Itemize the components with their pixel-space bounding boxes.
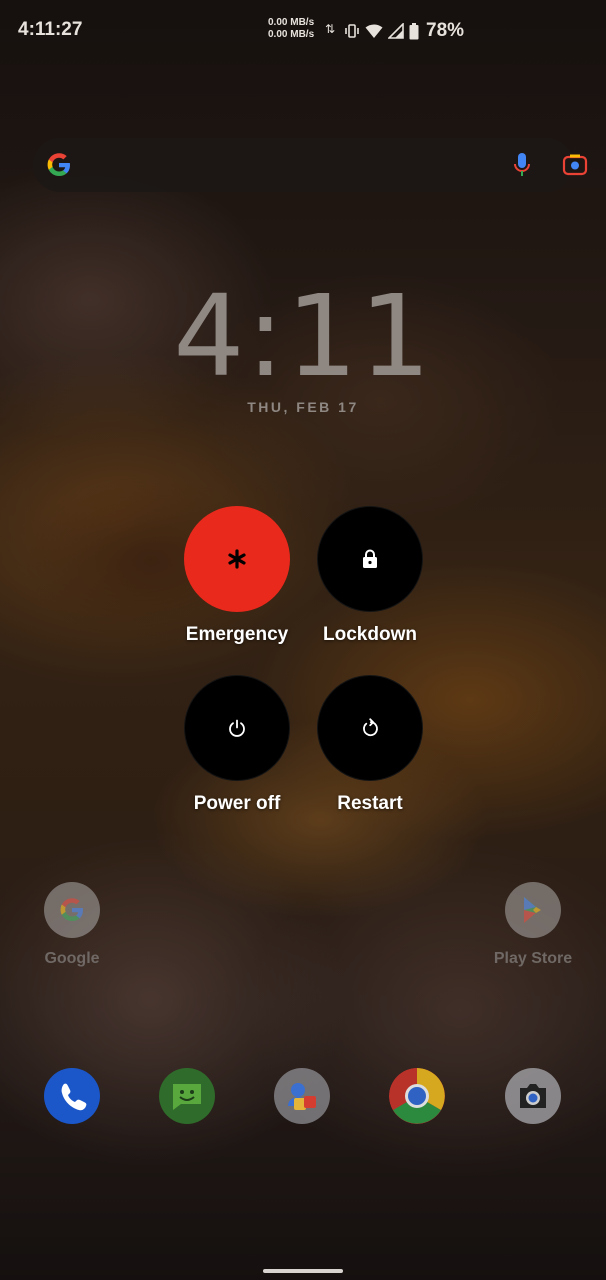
- google-icon: [44, 882, 100, 938]
- signal-icon: [388, 23, 404, 39]
- chrome-icon[interactable]: [389, 1068, 445, 1124]
- battery-percent: 78%: [426, 20, 465, 41]
- app-label-play-store: Play Store: [493, 950, 573, 967]
- data-arrows-icon: ⇅: [325, 22, 336, 36]
- lockdown-button[interactable]: [317, 506, 423, 612]
- status-bar: 4:11:27 0.00 MB/s 0.00 MB/s ⇅ 78%: [0, 0, 606, 62]
- phone-icon[interactable]: [44, 1068, 100, 1124]
- play-store-icon: [505, 882, 561, 938]
- restart-button[interactable]: [317, 675, 423, 781]
- app-label-google: Google: [44, 950, 100, 967]
- lockdown-label: Lockdown: [323, 624, 417, 645]
- emergency-button[interactable]: [184, 506, 290, 612]
- net-speed-down: 0.00 MB/s: [268, 29, 315, 40]
- clock-time: 4:11: [173, 272, 433, 402]
- battery-icon: [409, 22, 419, 40]
- app-play-store[interactable]: Play Store: [478, 882, 588, 968]
- camera-icon[interactable]: [505, 1068, 561, 1124]
- mic-icon[interactable]: [513, 152, 531, 183]
- lens-icon[interactable]: [562, 152, 588, 183]
- restart-icon: [363, 718, 378, 737]
- app-google[interactable]: Google: [17, 882, 127, 968]
- power-off-button[interactable]: [184, 675, 290, 781]
- search-bar[interactable]: [33, 138, 588, 192]
- power-icon: [229, 719, 245, 737]
- gesture-bar[interactable]: [263, 1269, 343, 1273]
- clock-date: THU, FEB 17: [247, 399, 359, 415]
- contacts-icon[interactable]: [274, 1068, 330, 1124]
- google-logo-icon: [46, 152, 72, 183]
- messages-icon[interactable]: [159, 1068, 215, 1124]
- lock-icon: [363, 549, 377, 568]
- network-speed: 0.00 MB/s 0.00 MB/s: [268, 17, 314, 41]
- restart-label: Restart: [337, 793, 403, 814]
- vibrate-icon: [344, 23, 360, 39]
- wifi-icon: [365, 23, 383, 39]
- status-time: 4:11:27: [18, 19, 83, 40]
- asterisk-icon: [228, 549, 246, 569]
- status-icons: 78%: [344, 20, 464, 42]
- net-speed-up: 0.00 MB/s: [268, 17, 315, 28]
